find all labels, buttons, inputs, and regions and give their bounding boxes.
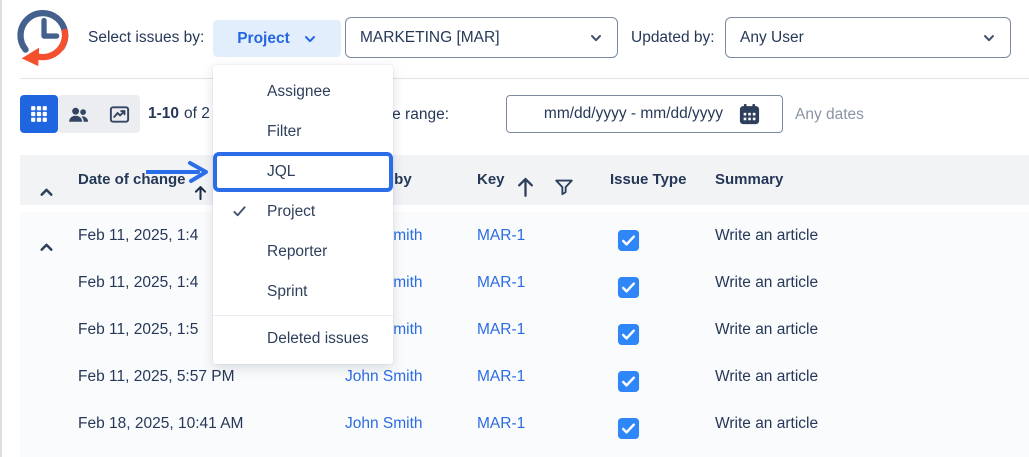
column-header-summary: Summary [715,155,783,205]
select-issues-by-label: Select issues by: [88,27,204,49]
summary-cell: Write an article [715,306,818,353]
date-of-change-cell: Feb 11, 2025, 5:57 PM [78,353,235,400]
column-header-issue-type: Issue Type [610,155,686,205]
calendar-icon[interactable] [737,102,762,127]
chevron-down-icon [589,31,603,45]
menu-item-deleted-issues[interactable]: Deleted issues [213,319,393,359]
table-row: Feb 18, 2025, 10:41 AM John Smith MAR-1 … [20,400,1029,447]
summary-cell: Write an article [715,212,818,259]
summary-cell: Write an article [715,400,818,447]
menu-item-assignee[interactable]: Assignee [213,72,393,112]
table-body: Feb 11, 2025, 1:4 John Smith MAR-1 Write… [20,212,1029,457]
updated-by-label: Updated by: [631,27,715,49]
chevron-down-icon [982,31,996,45]
mode-button-label: Project [237,30,290,48]
grid-view-icon[interactable] [20,95,58,133]
table-row: Feb 11, 2025, 1:4 John Smith MAR-1 Write… [20,212,1029,259]
table-row: Feb 11, 2025, 1:4 John Smith MAR-1 Write… [20,259,1029,306]
activity-chart-view-icon[interactable] [99,95,140,133]
task-checkbox-icon[interactable] [617,412,640,457]
issue-key-link[interactable]: MAR-1 [477,259,525,306]
column-header-date-of-change[interactable]: Date of change [78,155,186,205]
menu-item-jql[interactable]: JQL [213,152,393,192]
menu-divider [213,315,393,316]
date-of-change-cell: Feb 11, 2025, 1:4 [78,212,198,259]
updated-by-select[interactable]: Any User [725,17,1011,58]
menu-item-filter[interactable]: Filter [213,112,393,152]
select-by-mode-button[interactable]: Project [213,20,341,57]
updated-by-select-value: Any User [740,29,982,47]
clock-history-logo-icon [12,4,78,70]
date-of-change-cell: Feb 18, 2025, 10:41 AM [78,400,243,447]
date-of-change-cell: Feb 11, 2025, 1:4 [78,259,198,306]
any-dates-label: Any dates [795,104,864,126]
project-select[interactable]: MARKETING [MAR] [345,17,618,58]
summary-cell: Write an article [715,353,818,400]
menu-item-label: Project [267,203,315,220]
table-row: Feb 11, 2025, 1:5 John Smith MAR-1 Write… [20,306,1029,353]
checkmark-icon [232,204,247,219]
date-of-change-cell: Feb 11, 2025, 1:5 [78,306,198,353]
menu-item-sprint[interactable]: Sprint [213,272,393,312]
view-switcher [20,95,140,133]
updated-by-link[interactable]: John Smith [345,400,423,447]
issue-history-app: Select issues by: Project MARKETING [MAR… [0,0,1029,457]
issue-key-link[interactable]: MAR-1 [477,353,525,400]
users-view-icon[interactable] [58,95,99,133]
left-edge-divider [0,0,2,457]
pagination-total: of 2 [184,105,210,122]
project-select-value: MARKETING [MAR] [360,29,589,47]
pagination-status: 1-10 of 2 [148,95,210,133]
select-by-dropdown-menu: Assignee Filter JQL Project Reporter Spr… [213,65,393,364]
menu-item-reporter[interactable]: Reporter [213,232,393,272]
menu-item-project[interactable]: Project [213,192,393,232]
issue-key-link[interactable]: MAR-1 [477,212,525,259]
issue-key-link[interactable]: MAR-1 [477,400,525,447]
pagination-range: 1-10 [148,105,179,122]
column-header-key[interactable]: Key [477,155,505,205]
table-header-row: Date of change Updated by Key Issue Type… [20,155,1029,205]
summary-cell: Write an article [715,259,818,306]
issue-key-link[interactable]: MAR-1 [477,306,525,353]
chevron-down-icon [303,32,317,46]
header-divider [20,78,1029,79]
table-row: Feb 11, 2025, 5:57 PM John Smith MAR-1 W… [20,353,1029,400]
view-switcher-group [58,95,140,133]
